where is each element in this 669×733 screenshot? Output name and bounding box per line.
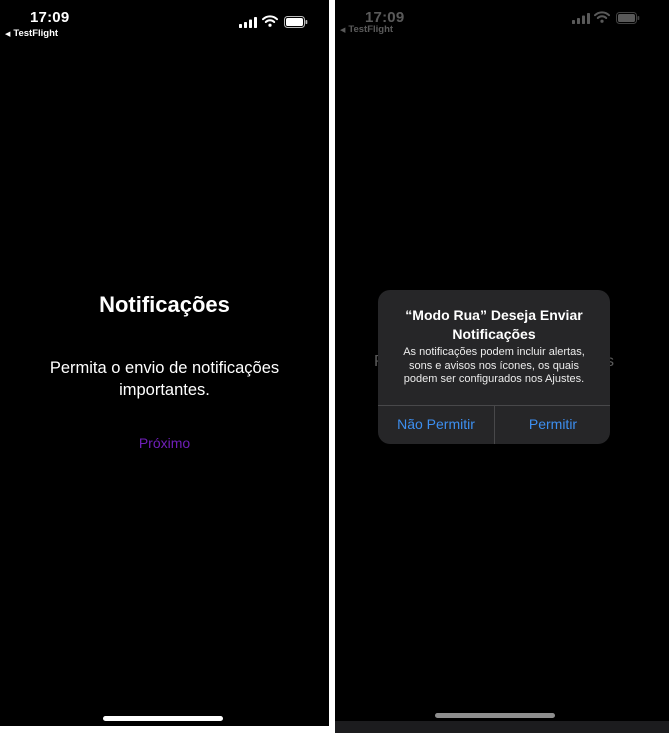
wifi-icon [262, 15, 278, 27]
description-text: Permita o envio de notificações importan… [40, 357, 289, 401]
alert-message-line-3: podem ser configurados nos Ajustes. [403, 373, 585, 385]
alert-message: As notificações podem incluir alertas, s… [392, 346, 596, 387]
back-to-testflight-link[interactable]: ◀ TestFlight [5, 28, 58, 39]
home-indicator[interactable] [435, 713, 555, 718]
deny-notifications-button[interactable]: Não Permitir [378, 406, 494, 444]
description-line-2: importantes. [119, 381, 210, 399]
alert-message-line-1: As notificações podem incluir alertas, [403, 346, 585, 358]
battery-icon [284, 16, 308, 28]
description-line-1: Permita o envio de notificações [49, 359, 280, 377]
back-arrow-icon: ◀ [5, 31, 11, 38]
bottom-edge [335, 721, 669, 733]
back-label: TestFlight [13, 28, 59, 39]
allow-notifications-button[interactable]: Permitir [495, 406, 610, 444]
back-to-testflight-link[interactable]: ◀ TestFlight [340, 24, 393, 35]
wifi-icon [594, 11, 610, 23]
home-indicator[interactable] [103, 716, 223, 721]
back-label: TestFlight [348, 24, 394, 35]
left-phone-screen: 17:09 ◀ TestFlight Notificações Permita o… [0, 0, 329, 726]
right-phone-screen: 17:09 ◀TestFlight P s “Modo Rua” Deseja … [335, 0, 669, 733]
alert-title-line-2: Notificações [452, 326, 536, 342]
alert-title: “Modo Rua” Deseja Enviar Notificações [388, 306, 600, 344]
signal-icon [239, 17, 257, 28]
page-title: Notificações [99, 292, 230, 317]
status-bar: 17:09 ◀ TestFlight [335, 0, 669, 44]
battery-icon [616, 12, 640, 24]
notification-permission-alert: “Modo Rua” Deseja Enviar Notificações As… [378, 290, 610, 444]
alert-title-line-1: “Modo Rua” Deseja Enviar [405, 307, 583, 323]
status-bar: 17:09 ◀ TestFlight [0, 0, 329, 44]
status-time: 17:09 [30, 9, 70, 26]
next-button[interactable]: Próximo [0, 435, 329, 451]
back-arrow-icon: ◀ [340, 27, 346, 34]
alert-message-line-2: sons e avisos nos ícones, os quais [409, 359, 579, 372]
signal-icon [572, 13, 590, 24]
